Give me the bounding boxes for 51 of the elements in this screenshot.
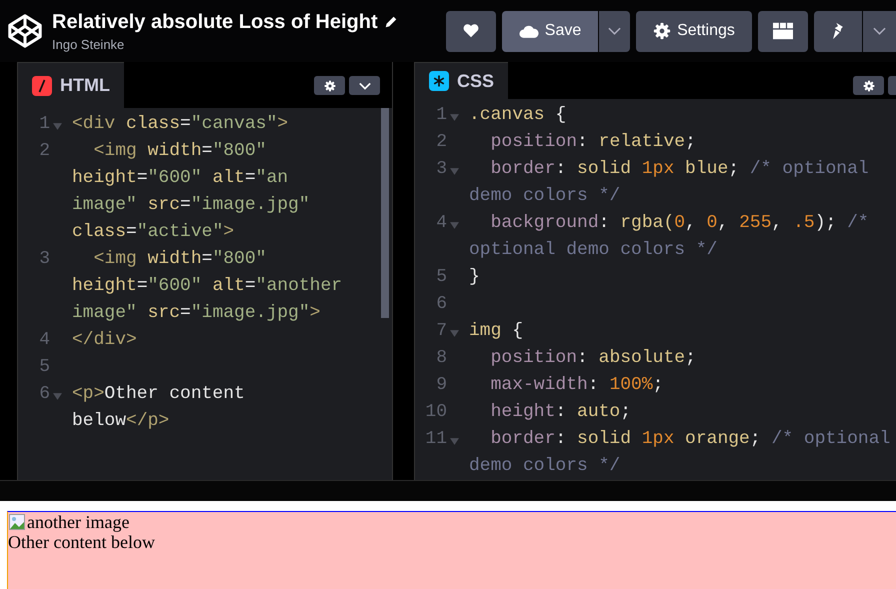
line-number: 10 <box>424 401 447 424</box>
line-number: 7 <box>435 320 447 343</box>
line-number: 2 <box>435 131 447 154</box>
code-line: position: absolute; <box>490 347 696 370</box>
tab-label: CSS <box>457 70 494 92</box>
tab-label: HTML <box>60 75 110 96</box>
code-line: position: relative; <box>490 131 696 154</box>
code-line: height="600" alt="an <box>72 167 288 190</box>
code-line: demo colors */ <box>469 185 620 208</box>
code-line: height: auto; <box>490 401 632 424</box>
image-alt-text: another image <box>27 512 130 532</box>
code-line: class="active"> <box>72 221 234 244</box>
settings-button[interactable]: Settings <box>636 10 752 52</box>
code-line: border: solid 1px blue; /* optional <box>490 158 869 181</box>
line-number: 3 <box>38 248 50 271</box>
line-number: 1 <box>435 104 447 127</box>
line-number: 2 <box>38 140 50 163</box>
code-line: below</p> <box>72 410 170 433</box>
pen-title: Relatively absolute Loss of Height <box>52 10 378 34</box>
code-line: optional demo colors */ <box>469 239 718 262</box>
editor-tab[interactable]: HTML <box>18 62 124 108</box>
code-line: background: rgba(0, 0, 255, .5); /* <box>490 212 869 235</box>
line-number: 5 <box>435 266 447 289</box>
code-line: <div class="canvas"> <box>72 113 288 136</box>
line-number: 1 <box>38 113 50 136</box>
line-number: 6 <box>435 293 447 316</box>
code-line: max-width: 100%; <box>490 374 664 397</box>
line-number: 11 <box>424 428 447 451</box>
code-line: img { <box>469 320 524 343</box>
line-number: 4 <box>435 212 447 235</box>
save-button[interactable]: Save <box>502 10 598 52</box>
code-line: image" src="image.jpg" <box>72 194 310 217</box>
line-number: 5 <box>38 356 50 379</box>
code-line: } <box>469 266 480 289</box>
line-number: 3 <box>435 158 447 181</box>
code-line: image" src="image.jpg"> <box>72 302 320 325</box>
code-line: .canvas { <box>469 104 566 127</box>
line-number: 8 <box>435 347 447 370</box>
code-line: border: solid 1px orange; /* optional <box>490 428 890 451</box>
code-line: </div> <box>72 329 137 352</box>
code-line: height="600" alt="another <box>72 275 342 298</box>
code-line: <p>Other content <box>72 383 245 406</box>
code-line: <img width="800" <box>92 140 266 163</box>
line-number: 9 <box>435 374 447 397</box>
author-name[interactable]: Ingo Steinke <box>52 36 398 52</box>
code-line: <img width="800" <box>92 248 266 271</box>
line-number: 6 <box>38 383 50 406</box>
line-number: 4 <box>38 329 50 352</box>
editor-tab[interactable]: CSS <box>415 62 508 99</box>
preview-paragraph: Other content below <box>8 532 156 552</box>
code-line: demo colors */ <box>469 455 620 478</box>
